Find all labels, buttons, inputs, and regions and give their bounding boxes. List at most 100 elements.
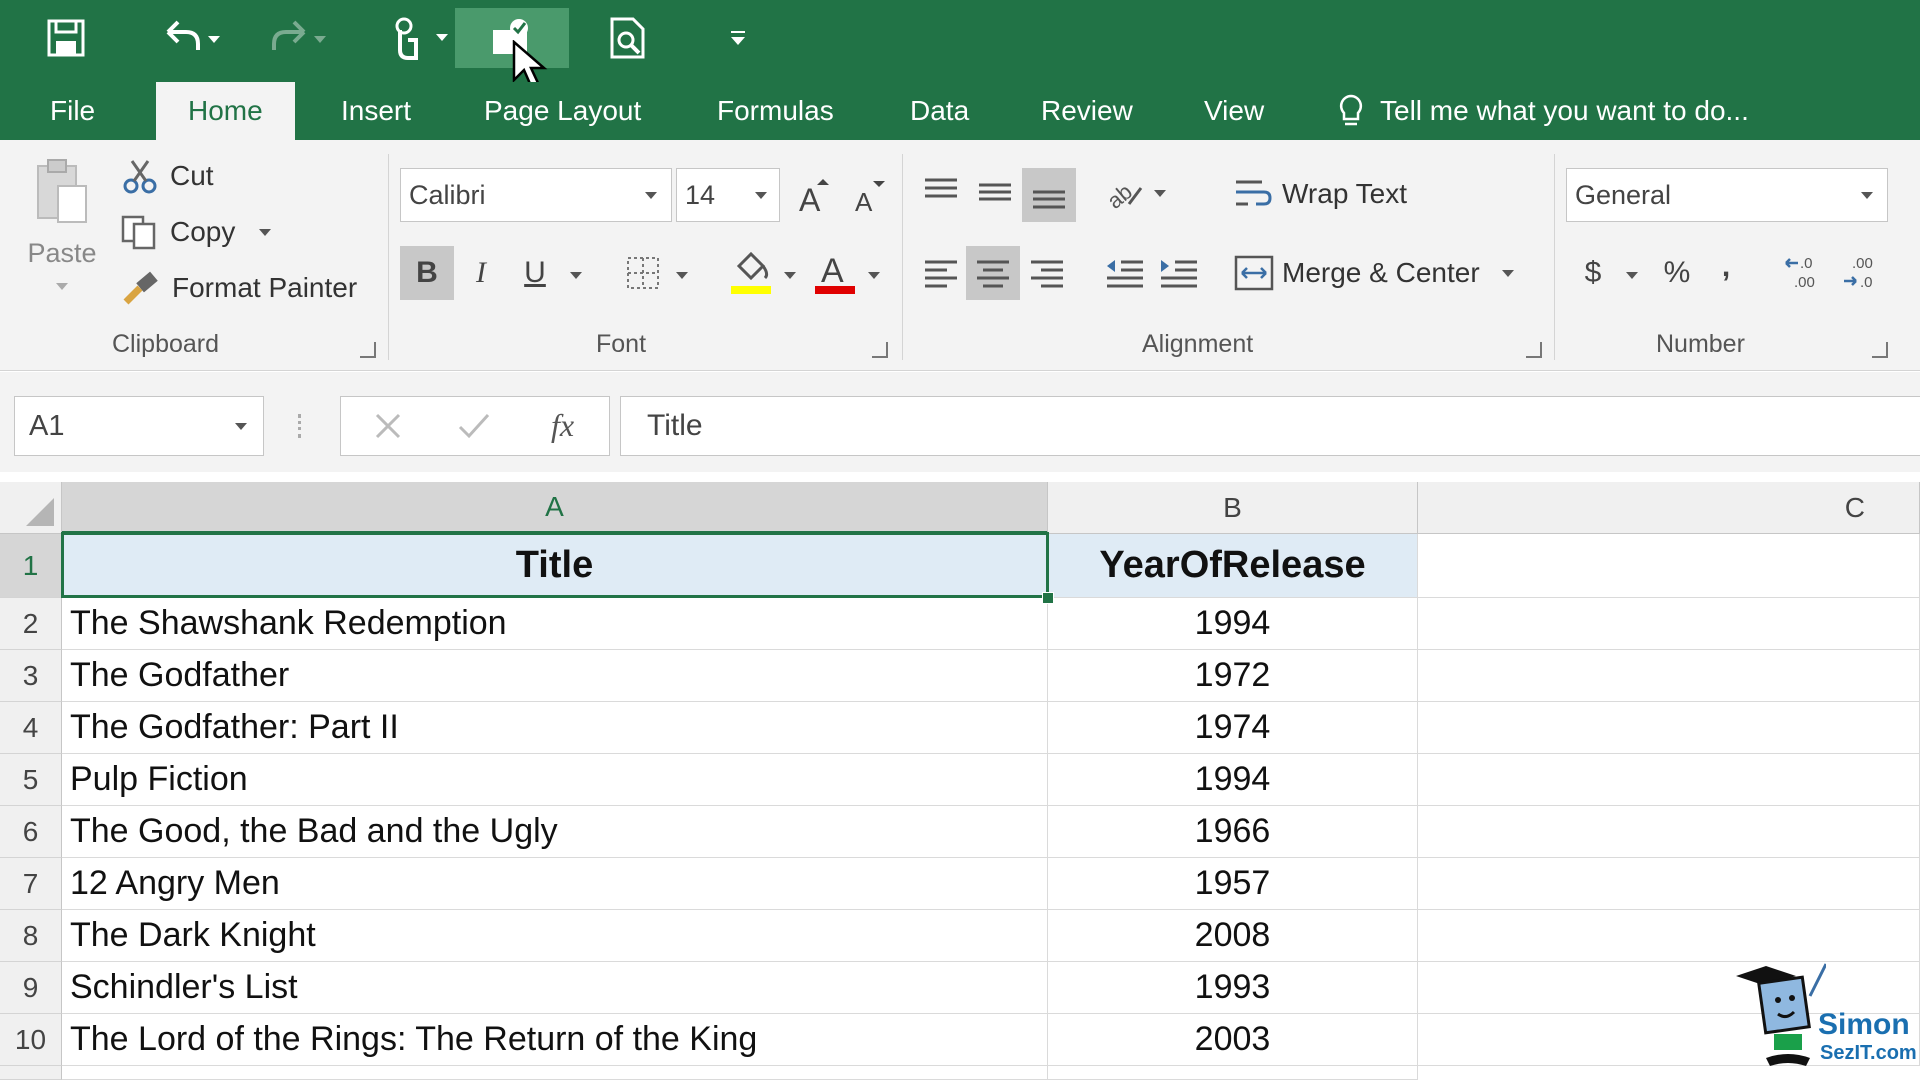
underline-button[interactable]: U bbox=[512, 246, 558, 300]
row-header[interactable]: 3 bbox=[0, 650, 62, 702]
title-cell[interactable]: The Shawshank Redemption bbox=[62, 598, 1048, 650]
row-header[interactable]: 9 bbox=[0, 962, 62, 1014]
currency-button[interactable]: $ bbox=[1568, 246, 1618, 300]
formula-input[interactable]: Title bbox=[620, 396, 1920, 456]
tab-review[interactable]: Review bbox=[1009, 82, 1165, 140]
fill-color-button[interactable] bbox=[724, 244, 778, 300]
row-header[interactable]: 7 bbox=[0, 858, 62, 910]
column-header-c[interactable]: C bbox=[1418, 482, 1920, 534]
title-cell[interactable]: Schindler's List bbox=[62, 962, 1048, 1014]
orientation-dropdown-icon[interactable] bbox=[1154, 190, 1166, 197]
tab-page-layout[interactable]: Page Layout bbox=[452, 82, 673, 140]
font-launcher-icon[interactable] bbox=[872, 342, 888, 358]
bottom-align-button[interactable] bbox=[1022, 168, 1076, 222]
formula-bar-grip[interactable] bbox=[298, 414, 305, 438]
partial-cell[interactable] bbox=[1048, 1066, 1418, 1080]
tab-data[interactable]: Data bbox=[878, 82, 1001, 140]
row-header-partial[interactable] bbox=[0, 1066, 62, 1080]
paste-button[interactable]: Paste bbox=[24, 154, 100, 324]
merge-center-button[interactable]: Merge & Center bbox=[1234, 250, 1514, 296]
redo-button[interactable] bbox=[258, 8, 338, 68]
align-center-button[interactable] bbox=[966, 246, 1020, 300]
save-button[interactable] bbox=[40, 8, 92, 68]
title-cell[interactable]: The Good, the Bad and the Ugly bbox=[62, 806, 1048, 858]
row-header[interactable]: 6 bbox=[0, 806, 62, 858]
cell-a1[interactable]: Title bbox=[62, 534, 1048, 598]
copy-button[interactable]: Copy bbox=[120, 212, 272, 252]
confirm-entry-icon[interactable] bbox=[457, 411, 491, 441]
increase-indent-button[interactable] bbox=[1154, 246, 1204, 300]
cell-b1[interactable]: YearOfRelease bbox=[1048, 534, 1418, 598]
number-launcher-icon[interactable] bbox=[1872, 342, 1888, 358]
title-cell[interactable]: The Godfather: Part II bbox=[62, 702, 1048, 754]
alignment-launcher-icon[interactable] bbox=[1526, 342, 1542, 358]
font-size-combobox[interactable]: 14 bbox=[676, 168, 780, 222]
currency-dropdown-icon[interactable] bbox=[1626, 272, 1638, 279]
year-cell[interactable]: 1966 bbox=[1048, 806, 1418, 858]
clipboard-launcher-icon[interactable] bbox=[360, 342, 376, 358]
year-cell[interactable]: 1994 bbox=[1048, 598, 1418, 650]
name-box[interactable]: A1 bbox=[14, 396, 264, 456]
year-cell[interactable]: 1993 bbox=[1048, 962, 1418, 1014]
font-color-dropdown-icon[interactable] bbox=[868, 272, 880, 279]
borders-button[interactable] bbox=[618, 246, 668, 300]
middle-align-button[interactable] bbox=[970, 166, 1020, 218]
cut-button[interactable]: Cut bbox=[122, 156, 214, 196]
empty-cell[interactable] bbox=[1418, 702, 1920, 754]
italic-button[interactable]: I bbox=[456, 246, 506, 300]
title-cell[interactable]: The Lord of the Rings: The Return of the… bbox=[62, 1014, 1048, 1066]
title-cell[interactable]: 12 Angry Men bbox=[62, 858, 1048, 910]
empty-cell[interactable] bbox=[1418, 598, 1920, 650]
tell-me-search[interactable]: Tell me what you want to do... bbox=[1336, 82, 1749, 140]
underline-dropdown-icon[interactable] bbox=[570, 272, 582, 279]
select-all-button[interactable] bbox=[0, 482, 62, 534]
tab-formulas[interactable]: Formulas bbox=[685, 82, 866, 140]
year-cell[interactable]: 2008 bbox=[1048, 910, 1418, 962]
font-name-combobox[interactable]: Calibri bbox=[400, 168, 672, 222]
number-format-combobox[interactable]: General bbox=[1566, 168, 1888, 222]
font-color-button[interactable]: A bbox=[808, 244, 862, 300]
year-cell[interactable]: 1974 bbox=[1048, 702, 1418, 754]
fill-color-dropdown-icon[interactable] bbox=[784, 272, 796, 279]
empty-cell[interactable] bbox=[1418, 910, 1920, 962]
title-cell[interactable]: The Godfather bbox=[62, 650, 1048, 702]
tab-file[interactable]: File bbox=[18, 82, 127, 140]
insert-function-icon[interactable]: fx bbox=[551, 407, 574, 444]
tab-insert[interactable]: Insert bbox=[309, 82, 443, 140]
empty-cell[interactable] bbox=[1418, 650, 1920, 702]
wrap-text-button[interactable]: Wrap Text bbox=[1234, 172, 1407, 216]
format-painter-button[interactable]: Format Painter bbox=[122, 268, 357, 308]
align-right-button[interactable] bbox=[1022, 246, 1072, 300]
print-preview-button[interactable] bbox=[600, 8, 656, 68]
title-cell[interactable]: The Dark Knight bbox=[62, 910, 1048, 962]
row-header[interactable]: 4 bbox=[0, 702, 62, 754]
cell-c1[interactable] bbox=[1418, 534, 1920, 598]
column-header-b[interactable]: B bbox=[1048, 482, 1418, 534]
empty-cell[interactable] bbox=[1418, 754, 1920, 806]
title-cell[interactable]: Pulp Fiction bbox=[62, 754, 1048, 806]
empty-cell[interactable] bbox=[1418, 858, 1920, 910]
tab-view[interactable]: View bbox=[1172, 82, 1296, 140]
customize-toolbar-button[interactable] bbox=[720, 8, 756, 68]
row-header[interactable]: 8 bbox=[0, 910, 62, 962]
column-header-a[interactable]: A bbox=[62, 482, 1048, 534]
undo-button[interactable] bbox=[150, 8, 230, 68]
decrease-font-size-button[interactable]: A bbox=[844, 170, 894, 220]
cancel-entry-icon[interactable] bbox=[373, 411, 403, 441]
fill-handle[interactable] bbox=[1042, 592, 1054, 604]
row-header[interactable]: 5 bbox=[0, 754, 62, 806]
tab-home[interactable]: Home bbox=[156, 82, 295, 140]
align-left-button[interactable] bbox=[916, 246, 966, 300]
increase-font-size-button[interactable]: A bbox=[790, 170, 840, 220]
row-header[interactable]: 10 bbox=[0, 1014, 62, 1066]
decrease-decimal-button[interactable]: .00.0 bbox=[1836, 246, 1888, 300]
bold-button[interactable]: B bbox=[400, 246, 454, 300]
top-align-button[interactable] bbox=[916, 166, 966, 218]
partial-cell[interactable] bbox=[62, 1066, 1048, 1080]
borders-dropdown-icon[interactable] bbox=[676, 272, 688, 279]
comma-style-button[interactable]: , bbox=[1706, 240, 1746, 294]
year-cell[interactable]: 2003 bbox=[1048, 1014, 1418, 1066]
decrease-indent-button[interactable] bbox=[1100, 246, 1150, 300]
row-header[interactable]: 2 bbox=[0, 598, 62, 650]
touch-mode-button[interactable] bbox=[378, 8, 458, 68]
